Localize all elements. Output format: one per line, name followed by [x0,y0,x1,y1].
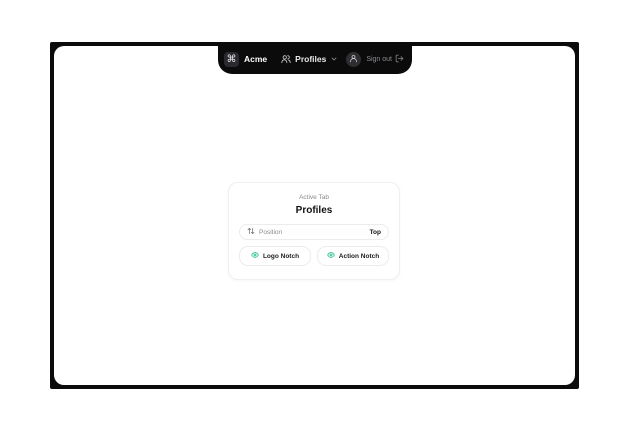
action-notch-button[interactable]: Action Notch [317,246,389,266]
brand-name: Acme [244,54,268,64]
notch-buttons-row: Logo Notch Action Notch [239,246,389,266]
logo-notch-button[interactable]: Logo Notch [239,246,311,266]
user-icon [349,54,358,65]
card-title: Profiles [295,205,333,216]
position-value: Top [369,228,381,236]
tab-profiles-label: Profiles [295,54,327,64]
users-icon [281,54,291,64]
position-selector[interactable]: Position Top [239,224,389,240]
logo-notch-label: Logo Notch [262,252,300,260]
action-notch-label: Action Notch [338,252,380,260]
signout-button[interactable]: Sign out [366,54,404,65]
arrow-up-down-icon [247,227,255,237]
chevron-down-icon [330,55,338,63]
avatar[interactable] [346,51,362,67]
eye-icon [327,251,335,261]
tab-profiles[interactable]: Profiles [281,54,338,64]
device-frame: ⌘ Acme Profiles Sign out Active Tab Prof… [50,42,579,389]
settings-card: Active Tab Profiles Position Top Logo No… [228,182,400,280]
signout-label: Sign out [366,55,392,63]
app-screen: ⌘ Acme Profiles Sign out Active Tab Prof… [54,46,575,385]
position-label: Position [259,228,283,236]
eye-icon [251,251,259,261]
log-out-icon [395,54,404,65]
card-subtitle: Active Tab [299,194,329,201]
command-icon: ⌘ [224,51,239,67]
brand-button[interactable]: ⌘ Acme [224,51,268,67]
notch-bar: ⌘ Acme Profiles Sign out [218,46,412,74]
